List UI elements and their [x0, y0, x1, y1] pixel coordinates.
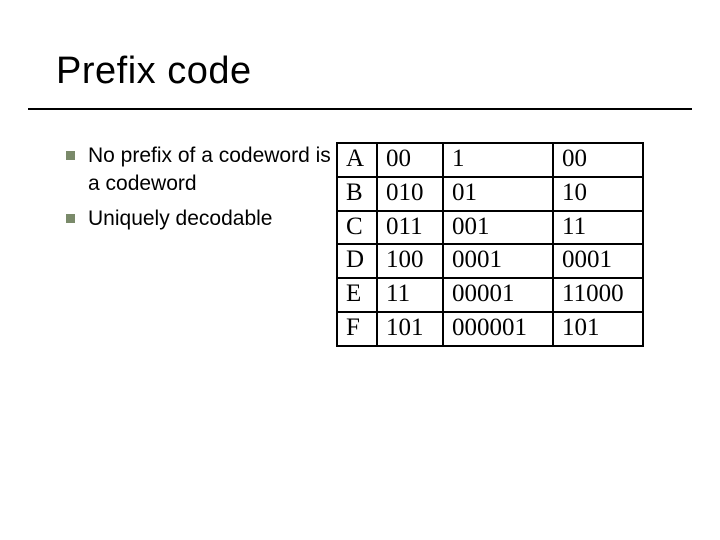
- bullet-text: Uniquely decodable: [88, 207, 272, 230]
- code-cell: 10: [553, 177, 643, 211]
- code-cell: 100: [377, 244, 443, 278]
- table-row: E 11 00001 11000: [337, 278, 643, 312]
- code-cell: 11: [553, 211, 643, 245]
- code-cell: 000001: [443, 312, 553, 346]
- code-cell: 11: [377, 278, 443, 312]
- code-cell: 11000: [553, 278, 643, 312]
- bullet-item: No prefix of a codeword is a codeword: [66, 142, 334, 199]
- code-cell: 00001: [443, 278, 553, 312]
- square-bullet-icon: [66, 151, 75, 160]
- slide-body: No prefix of a codeword is a codeword Un…: [66, 142, 690, 347]
- symbol-cell: D: [337, 244, 377, 278]
- code-table: A 00 1 00 B 010 01 10 C 011 001: [336, 142, 644, 347]
- table-row: C 011 001 11: [337, 211, 643, 245]
- code-cell: 001: [443, 211, 553, 245]
- code-cell: 010: [377, 177, 443, 211]
- symbol-cell: C: [337, 211, 377, 245]
- symbol-cell: E: [337, 278, 377, 312]
- code-cell: 101: [553, 312, 643, 346]
- title-rule: [28, 108, 692, 110]
- table-row: A 00 1 00: [337, 143, 643, 177]
- table-row: F 101 000001 101: [337, 312, 643, 346]
- symbol-cell: F: [337, 312, 377, 346]
- slide-title: Prefix code: [56, 50, 252, 93]
- bullet-list: No prefix of a codeword is a codeword Un…: [66, 142, 334, 239]
- code-cell: 1: [443, 143, 553, 177]
- bullet-item: Uniquely decodable: [66, 205, 334, 233]
- bullet-text: No prefix of a codeword is a codeword: [88, 144, 331, 195]
- code-table-wrap: A 00 1 00 B 010 01 10 C 011 001: [336, 142, 644, 347]
- code-cell: 01: [443, 177, 553, 211]
- table-row: D 100 0001 0001: [337, 244, 643, 278]
- square-bullet-icon: [66, 214, 75, 223]
- code-cell: 011: [377, 211, 443, 245]
- slide: Prefix code No prefix of a codeword is a…: [0, 0, 720, 540]
- code-cell: 0001: [553, 244, 643, 278]
- table-row: B 010 01 10: [337, 177, 643, 211]
- code-cell: 101: [377, 312, 443, 346]
- symbol-cell: A: [337, 143, 377, 177]
- symbol-cell: B: [337, 177, 377, 211]
- code-cell: 0001: [443, 244, 553, 278]
- title-wrap: Prefix code: [56, 50, 252, 93]
- code-cell: 00: [553, 143, 643, 177]
- code-cell: 00: [377, 143, 443, 177]
